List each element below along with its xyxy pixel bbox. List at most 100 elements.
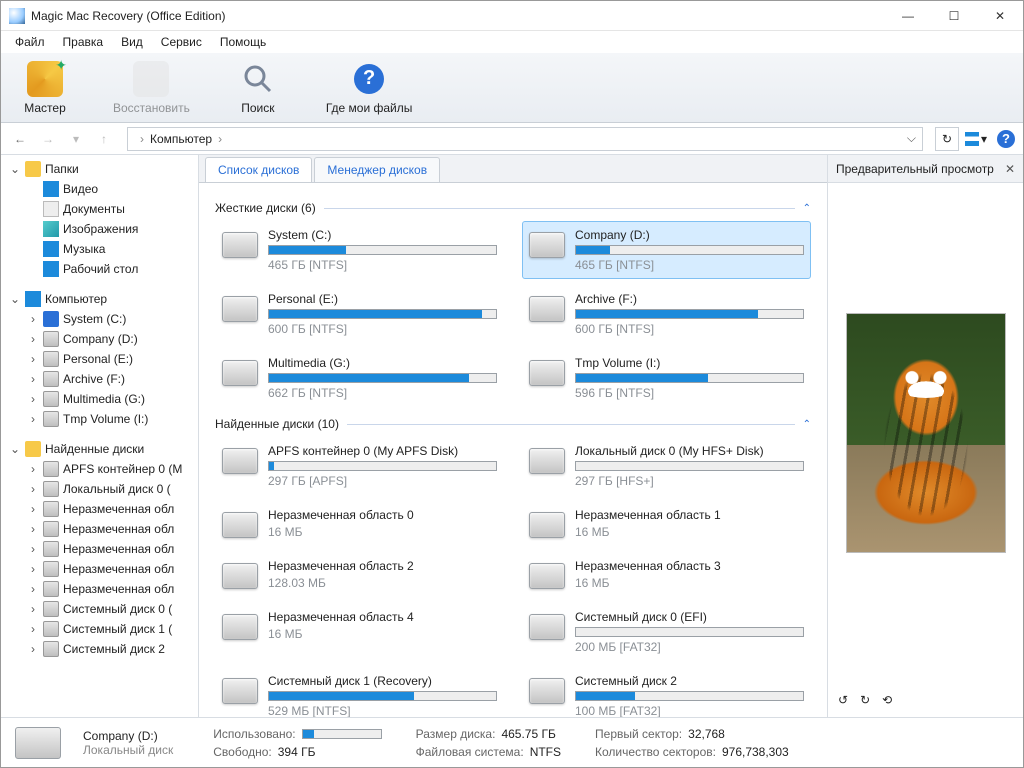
tree-twisty[interactable]: ›	[27, 622, 39, 636]
up-button[interactable]: ↑	[93, 128, 115, 150]
usage-bar	[268, 245, 497, 255]
disk-item[interactable]: Неразмеченная область 316 МБ	[522, 552, 811, 597]
tree-found-item[interactable]: ›Локальный диск 0 (	[1, 479, 198, 499]
chevron-up-icon[interactable]: ⌃	[803, 203, 811, 214]
tree-twisty[interactable]: ›	[27, 562, 39, 576]
disk-item[interactable]: Неразмеченная область 2128.03 МБ	[215, 552, 504, 597]
tree-twisty[interactable]: ›	[27, 482, 39, 496]
disk-item[interactable]: Archive (F:)600 ГБ [NTFS]	[522, 285, 811, 343]
disk-item[interactable]: System (C:)465 ГБ [NTFS]	[215, 221, 504, 279]
tree-found-item[interactable]: ›Системный диск 2	[1, 639, 198, 659]
disk-item[interactable]: Неразмеченная область 116 МБ	[522, 501, 811, 546]
tree-twisty[interactable]: ›	[27, 602, 39, 616]
disk-item[interactable]: Tmp Volume (I:)596 ГБ [NTFS]	[522, 349, 811, 407]
section-header[interactable]: Жесткие диски (6)⌃	[215, 201, 811, 215]
tree-folder-item[interactable]: Рабочий стол	[1, 259, 198, 279]
usage-bar	[575, 627, 804, 637]
menu-help[interactable]: Помощь	[212, 33, 274, 51]
rotate-right-icon[interactable]: ↻	[860, 693, 870, 707]
history-dropdown[interactable]: ▾	[65, 128, 87, 150]
search-button[interactable]: Поиск	[226, 61, 290, 115]
disk-item[interactable]: Неразмеченная область 016 МБ	[215, 501, 504, 546]
tree-twisty[interactable]: ›	[27, 312, 39, 326]
tree-folder-item[interactable]: Документы	[1, 199, 198, 219]
tree-computer[interactable]: ⌄Компьютер	[1, 289, 198, 309]
back-button[interactable]: ←	[9, 128, 31, 150]
tree-twisty[interactable]: ⌄	[9, 292, 21, 306]
app-icon	[9, 8, 25, 24]
address-bar[interactable]: › Компьютер › ⌵	[127, 127, 923, 151]
tree-twisty[interactable]: ›	[27, 462, 39, 476]
tree-found-item[interactable]: ›Неразмеченная обл	[1, 559, 198, 579]
wizard-button[interactable]: Мастер	[13, 61, 77, 115]
restore-button[interactable]: Восстановить	[113, 61, 190, 115]
search-icon	[240, 61, 276, 97]
disk-item[interactable]: Multimedia (G:)662 ГБ [NTFS]	[215, 349, 504, 407]
tree-twisty[interactable]: ›	[27, 372, 39, 386]
tree-disk-item[interactable]: ›Multimedia (G:)	[1, 389, 198, 409]
tree-found-item[interactable]: ›Системный диск 1 (	[1, 619, 198, 639]
disk-item[interactable]: Системный диск 1 (Recovery)529 МБ [NTFS]	[215, 667, 504, 717]
refresh-button[interactable]: ↻	[935, 127, 959, 151]
tree-folder-item[interactable]: Изображения	[1, 219, 198, 239]
section-header[interactable]: Найденные диски (10)⌃	[215, 417, 811, 431]
tree-folder-item[interactable]: Музыка	[1, 239, 198, 259]
forward-button[interactable]: →	[37, 128, 59, 150]
menu-file[interactable]: Файл	[7, 33, 53, 51]
tree-twisty[interactable]: ›	[27, 502, 39, 516]
tree-twisty[interactable]: ›	[27, 582, 39, 596]
tree-twisty[interactable]: ›	[27, 542, 39, 556]
tree-twisty[interactable]: ›	[27, 642, 39, 656]
tree-found-item[interactable]: ›Неразмеченная обл	[1, 519, 198, 539]
view-options-button[interactable]: ▾	[965, 132, 987, 146]
tree-found-item[interactable]: ›Системный диск 0 (	[1, 599, 198, 619]
tree-disk-item[interactable]: ›Personal (E:)	[1, 349, 198, 369]
usage-bar	[575, 309, 804, 319]
menu-view[interactable]: Вид	[113, 33, 151, 51]
maximize-button[interactable]: ☐	[939, 6, 969, 26]
tree-disk-item[interactable]: ›Company (D:)	[1, 329, 198, 349]
tree-disk-item[interactable]: ›Archive (F:)	[1, 369, 198, 389]
restore-icon	[133, 61, 169, 97]
disk-item[interactable]: APFS контейнер 0 (My APFS Disk)297 ГБ [A…	[215, 437, 504, 495]
tree-disk-item[interactable]: ›System (C:)	[1, 309, 198, 329]
tree-disk-item[interactable]: ›Tmp Volume (I:)	[1, 409, 198, 429]
disk-list-scroll[interactable]: Жесткие диски (6)⌃ System (C:)465 ГБ [NTF…	[199, 183, 827, 717]
tab-disk-list[interactable]: Список дисков	[205, 157, 312, 182]
menu-edit[interactable]: Правка	[55, 33, 112, 51]
disk-item[interactable]: Personal (E:)600 ГБ [NTFS]	[215, 285, 504, 343]
tree-folders[interactable]: ⌄Папки	[1, 159, 198, 179]
tree-twisty[interactable]: ⌄	[9, 162, 21, 176]
disk-item[interactable]: Локальный диск 0 (My HFS+ Disk)297 ГБ [H…	[522, 437, 811, 495]
disk-item[interactable]: Company (D:)465 ГБ [NTFS]	[522, 221, 811, 279]
preview-close[interactable]: ✕	[1005, 162, 1015, 176]
tree-found-item[interactable]: ›Неразмеченная обл	[1, 579, 198, 599]
tree-twisty[interactable]: ›	[27, 392, 39, 406]
disk-item[interactable]: Системный диск 0 (EFI)200 МБ [FAT32]	[522, 603, 811, 661]
disk-item[interactable]: Системный диск 2100 МБ [FAT32]	[522, 667, 811, 717]
tree-twisty[interactable]: ›	[27, 412, 39, 426]
tree-found-item[interactable]: ›Неразмеченная обл	[1, 539, 198, 559]
tab-disk-manager[interactable]: Менеджер дисков	[314, 157, 440, 182]
chevron-up-icon[interactable]: ⌃	[803, 419, 811, 430]
menu-service[interactable]: Сервис	[153, 33, 210, 51]
disk-meta: 600 ГБ [NTFS]	[268, 322, 497, 336]
tree-found[interactable]: ⌄Найденные диски	[1, 439, 198, 459]
tree-found-item[interactable]: ›Неразмеченная обл	[1, 499, 198, 519]
tree-twisty[interactable]: ⌄	[9, 442, 21, 456]
tree-found-item[interactable]: ›APFS контейнер 0 (M	[1, 459, 198, 479]
tree-folder-item[interactable]: Видео	[1, 179, 198, 199]
minimize-button[interactable]: —	[893, 6, 923, 26]
close-button[interactable]: ✕	[985, 6, 1015, 26]
reset-icon[interactable]: ⟲	[882, 693, 892, 707]
tree-twisty[interactable]: ›	[27, 522, 39, 536]
address-dropdown[interactable]: ⌵	[907, 131, 916, 146]
breadcrumb-root[interactable]: Компьютер	[150, 132, 212, 146]
help-icon[interactable]: ?	[997, 130, 1015, 148]
disk-item[interactable]: Неразмеченная область 416 МБ	[215, 603, 504, 661]
where-files-button[interactable]: ?Где мои файлы	[326, 61, 413, 115]
rotate-left-icon[interactable]: ↺	[838, 693, 848, 707]
tree-twisty[interactable]: ›	[27, 332, 39, 346]
tree-twisty[interactable]: ›	[27, 352, 39, 366]
disk-icon	[15, 727, 61, 759]
